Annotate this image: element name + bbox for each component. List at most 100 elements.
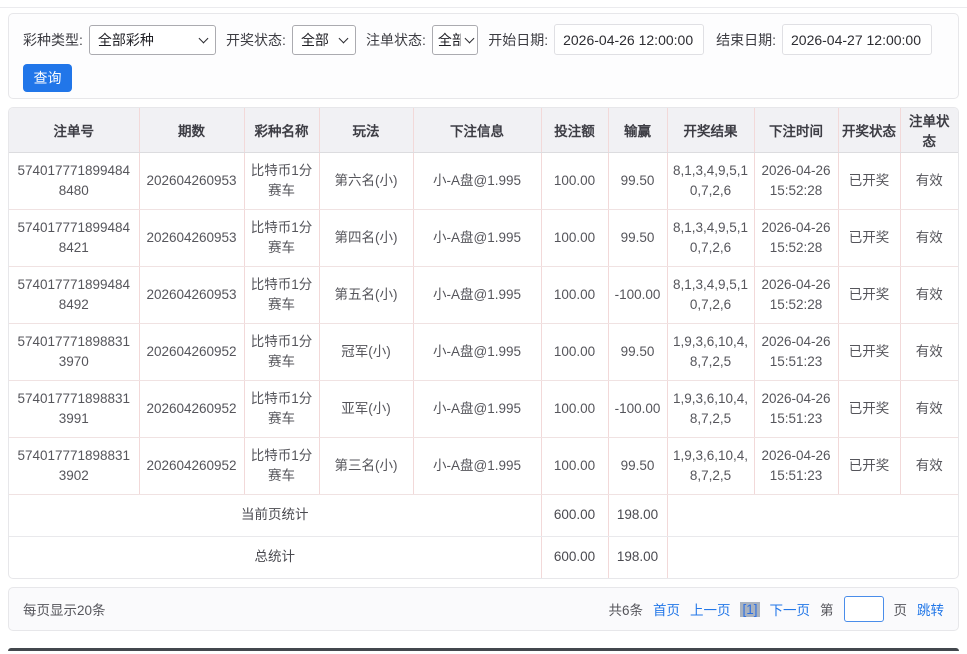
draw-status-select[interactable]: 全部 — [291, 24, 356, 55]
summary-bet-total: 600.00 — [540, 536, 608, 578]
cell-lottery-name: 比特币1分赛车 — [243, 152, 319, 210]
search-button[interactable]: 查询 — [23, 64, 72, 92]
cell-bet-time: 2026-04-26 15:52:28 — [753, 266, 838, 324]
table-row: 5740177718994848421 202604260953 比特币1分赛车… — [9, 209, 958, 267]
summary-empty — [666, 494, 958, 537]
cell-lottery-name: 比特币1分赛车 — [243, 209, 319, 267]
cell-lottery-name: 比特币1分赛车 — [243, 380, 319, 438]
cell-bet-no: 5740177718994848480 — [9, 152, 139, 210]
cell-lottery-name: 比特币1分赛车 — [243, 323, 319, 381]
page-jump-input[interactable] — [843, 596, 884, 622]
bet-status-select-wrap: 全部 — [431, 24, 479, 55]
header-bet-no: 注单号 — [9, 108, 139, 153]
cell-bet-no: 5740177718994848492 — [9, 266, 139, 324]
header-play: 玩法 — [318, 108, 413, 153]
cell-draw-status: 已开奖 — [837, 380, 900, 438]
header-lottery-name: 彩种名称 — [243, 108, 319, 153]
table-row: 5740177718988313991 202604260952 比特币1分赛车… — [9, 380, 958, 438]
cell-period: 202604260952 — [138, 437, 244, 495]
draw-status-select-wrap: 全部 — [291, 24, 356, 55]
first-page-link[interactable]: 首页 — [653, 599, 680, 619]
cell-bet-time: 2026-04-26 15:52:28 — [753, 152, 838, 210]
summary-empty — [666, 536, 958, 578]
cell-bet-no: 5740177718988313970 — [9, 323, 139, 381]
cell-period: 202604260953 — [138, 152, 244, 210]
header-bet-status: 注单状态 — [899, 108, 958, 153]
jump-prefix-label: 第 — [820, 603, 834, 618]
table-row: 5740177718988313902 202604260952 比特币1分赛车… — [9, 437, 958, 495]
cell-bet-amount: 100.00 — [540, 380, 608, 438]
bet-records-table: 注单号 期数 彩种名称 玩法 下注信息 投注额 输赢 开奖结果 下注时间 开奖状… — [9, 108, 958, 578]
cell-bet-status: 有效 — [899, 323, 958, 381]
cell-draw-status: 已开奖 — [837, 209, 900, 267]
cell-draw-result: 1,9,3,6,10,4,8,7,2,5 — [666, 437, 754, 495]
lottery-type-select-wrap: 全部彩种 — [88, 24, 217, 55]
header-draw-result: 开奖结果 — [666, 108, 754, 153]
cell-bet-time: 2026-04-26 15:52:28 — [753, 209, 838, 267]
start-date-input[interactable] — [554, 24, 705, 55]
header-win-loss: 输赢 — [607, 108, 667, 153]
cell-bet-no: 5740177718988313991 — [9, 380, 139, 438]
cell-bet-info: 小-A盘@1.995 — [412, 266, 541, 324]
cell-bet-amount: 100.00 — [540, 323, 608, 381]
table-row: 5740177718994848480 202604260953 比特币1分赛车… — [9, 152, 958, 210]
cell-bet-status: 有效 — [899, 437, 958, 495]
cell-bet-info: 小-A盘@1.995 — [412, 152, 541, 210]
bet-status-select[interactable]: 全部 — [431, 24, 479, 55]
cell-bet-no: 5740177718988313902 — [9, 437, 139, 495]
cell-win-loss: 99.50 — [607, 437, 667, 495]
pagination-panel: 每页显示20条 共6条 首页 上一页 [1] 下一页 第 页 跳转 — [8, 587, 959, 631]
cell-win-loss: -100.00 — [607, 266, 667, 324]
header-bet-amount: 投注额 — [540, 108, 608, 153]
filter-panel: 彩种类型: 全部彩种 开奖状态: 全部 注单状态: 全部 开始日期: 结束日期:… — [8, 13, 959, 99]
header-draw-status: 开奖状态 — [837, 108, 900, 153]
summary-bet-total: 600.00 — [540, 494, 608, 537]
cell-draw-result: 8,1,3,4,9,5,10,7,2,6 — [666, 152, 754, 210]
cell-play: 第五名(小) — [318, 266, 413, 324]
cell-bet-status: 有效 — [899, 209, 958, 267]
cell-draw-result: 1,9,3,6,10,4,8,7,2,5 — [666, 323, 754, 381]
cell-win-loss: -100.00 — [607, 380, 667, 438]
cell-lottery-name: 比特币1分赛车 — [243, 437, 319, 495]
end-date-label: 结束日期: — [716, 31, 776, 48]
jump-suffix-label: 页 — [893, 603, 908, 618]
end-date-input[interactable] — [782, 24, 932, 55]
cell-bet-status: 有效 — [899, 380, 958, 438]
cell-bet-info: 小-A盘@1.995 — [412, 209, 541, 267]
summary-row-total: 总统计 600.00 198.00 — [9, 536, 958, 578]
summary-win-total: 198.00 — [607, 494, 667, 537]
draw-status-label: 开奖状态: — [226, 31, 286, 48]
bottom-bar — [8, 648, 959, 651]
cell-period: 202604260952 — [138, 380, 244, 438]
cell-draw-result: 8,1,3,4,9,5,10,7,2,6 — [666, 266, 754, 324]
cell-bet-status: 有效 — [899, 152, 958, 210]
cell-win-loss: 99.50 — [607, 323, 667, 381]
page-size-text: 每页显示20条 — [23, 603, 106, 618]
pager: 共6条 首页 上一页 [1] 下一页 第 页 跳转 — [608, 596, 944, 622]
bet-status-label: 注单状态: — [366, 31, 426, 48]
top-separator — [0, 7, 967, 8]
cell-bet-time: 2026-04-26 15:51:23 — [753, 323, 838, 381]
cell-draw-status: 已开奖 — [837, 437, 900, 495]
cell-win-loss: 99.50 — [607, 152, 667, 210]
cell-bet-time: 2026-04-26 15:51:23 — [753, 437, 838, 495]
header-bet-time: 下注时间 — [753, 108, 838, 153]
prev-page-link[interactable]: 上一页 — [690, 599, 731, 619]
cell-bet-time: 2026-04-26 15:51:23 — [753, 380, 838, 438]
summary-win-total: 198.00 — [607, 536, 667, 578]
cell-bet-info: 小-A盘@1.995 — [412, 380, 541, 438]
cell-play: 第三名(小) — [318, 437, 413, 495]
jump-button[interactable]: 跳转 — [917, 599, 944, 619]
table-row: 5740177718994848492 202604260953 比特币1分赛车… — [9, 266, 958, 324]
next-page-link[interactable]: 下一页 — [770, 599, 811, 619]
summary-row-current-page: 当前页统计 600.00 198.00 — [9, 494, 958, 537]
lottery-type-select[interactable]: 全部彩种 — [88, 24, 217, 55]
cell-draw-status: 已开奖 — [837, 266, 900, 324]
cell-bet-status: 有效 — [899, 266, 958, 324]
cell-draw-result: 8,1,3,4,9,5,10,7,2,6 — [666, 209, 754, 267]
cell-bet-info: 小-A盘@1.995 — [412, 437, 541, 495]
header-bet-info: 下注信息 — [412, 108, 541, 153]
start-date-label: 开始日期: — [488, 31, 549, 48]
cell-play: 第四名(小) — [318, 209, 413, 267]
cell-bet-amount: 100.00 — [540, 266, 608, 324]
